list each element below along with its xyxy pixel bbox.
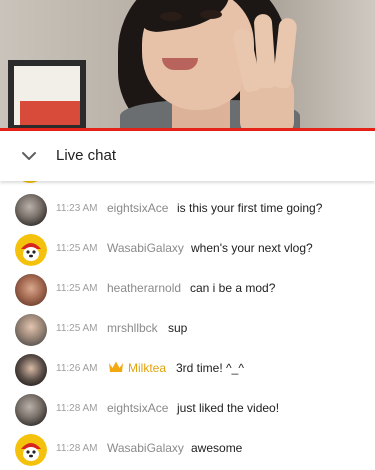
- message-text: sup: [168, 321, 188, 335]
- live-chat-header: Live chat: [0, 131, 375, 181]
- message-author[interactable]: WasabiGalaxy: [107, 441, 184, 455]
- chat-message: 11:28 AM eightsixAce just liked the vide…: [0, 390, 375, 430]
- user-avatar[interactable]: [15, 394, 47, 426]
- message-text: can i be a mod?: [190, 281, 276, 295]
- message-timestamp: 11:25 AM: [56, 323, 98, 334]
- chat-message: 11:23 AM eightsixAce is this your first …: [0, 190, 375, 230]
- three-fingers-hand: [231, 8, 298, 131]
- video-player[interactable]: [0, 0, 375, 131]
- message-text: awesome: [191, 441, 243, 455]
- message-timestamp: 11:25 AM: [56, 283, 98, 294]
- user-avatar[interactable]: [15, 354, 47, 386]
- message-timestamp: 11:25 AM: [56, 243, 98, 254]
- message-text: 3rd time! ^_^: [176, 361, 244, 375]
- crown-icon: [109, 361, 123, 372]
- chat-message: 11:26 AM Milktea 3rd time! ^_^: [0, 350, 375, 390]
- message-author[interactable]: WasabiGalaxy: [107, 241, 184, 255]
- yellow-mascot-avatar[interactable]: [15, 234, 47, 266]
- message-timestamp: 11:28 AM: [56, 443, 98, 454]
- chat-message: 11:25 AM WasabiGalaxy when's your next v…: [0, 230, 375, 270]
- message-author[interactable]: mrshllbck: [107, 321, 158, 335]
- message-text: when's your next vlog?: [191, 241, 313, 255]
- message-timestamp: 11:26 AM: [56, 363, 98, 374]
- message-timestamp: 11:23 AM: [56, 203, 98, 214]
- chat-message: 11:25 AM heatherarnold can i be a mod?: [0, 270, 375, 310]
- chevron-down-icon[interactable]: [20, 147, 38, 165]
- yellow-mascot-avatar[interactable]: [15, 434, 47, 466]
- message-text: is this your first time going?: [177, 201, 323, 215]
- wall-poster: [8, 60, 86, 131]
- person-eye: [160, 12, 182, 21]
- user-avatar[interactable]: [15, 274, 47, 306]
- message-author[interactable]: Milktea: [128, 361, 166, 375]
- live-chat-title: Live chat: [56, 147, 117, 164]
- user-avatar[interactable]: [15, 194, 47, 226]
- partial-avatar: [15, 181, 45, 185]
- message-author[interactable]: heatherarnold: [107, 281, 181, 295]
- message-text: just liked the video!: [177, 401, 280, 415]
- person-eye: [200, 10, 222, 19]
- message-author[interactable]: eightsixAce: [107, 201, 168, 215]
- chat-message: 11:25 AM mrshllbck sup: [0, 310, 375, 350]
- message-timestamp: 11:28 AM: [56, 403, 98, 414]
- message-author[interactable]: eightsixAce: [107, 401, 168, 415]
- chat-message-list[interactable]: 11:23 AM eightsixAce is this your first …: [0, 181, 375, 470]
- user-avatar[interactable]: [15, 314, 47, 346]
- chat-message: 11:28 AM WasabiGalaxy awesome: [0, 430, 375, 470]
